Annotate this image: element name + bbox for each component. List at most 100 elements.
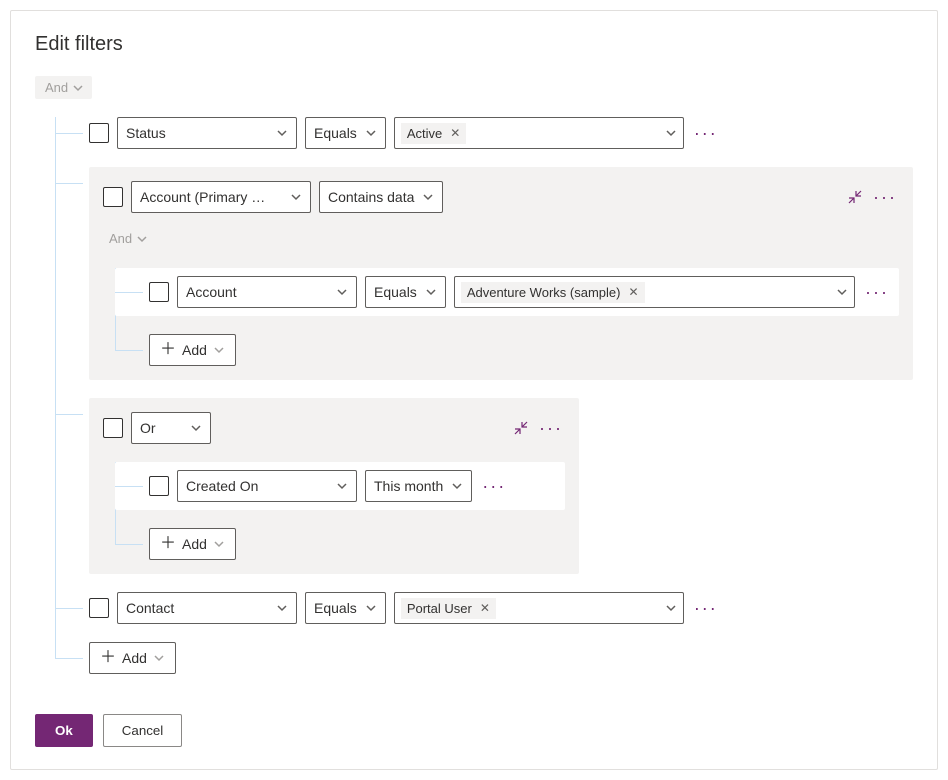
row-checkbox[interactable] (103, 418, 123, 438)
field-select[interactable]: Created On (177, 470, 357, 502)
add-label: Add (182, 536, 207, 552)
or-group: Or Created On (89, 398, 579, 574)
operator-label: Equals (314, 125, 357, 141)
operator-select[interactable]: Equals (365, 276, 446, 308)
value-tag: Active ✕ (401, 123, 466, 144)
group-operator-label: And (109, 231, 132, 246)
plus-icon: ＋ (100, 650, 116, 666)
chevron-down-icon (136, 233, 148, 245)
value-text: Portal User (407, 601, 472, 616)
remove-value-icon[interactable]: ✕ (628, 286, 638, 298)
cancel-button[interactable]: Cancel (103, 714, 183, 747)
field-label: Contact (126, 600, 174, 616)
remove-value-icon[interactable]: ✕ (480, 602, 490, 614)
filter-row: Created On This month (115, 462, 565, 510)
chevron-down-icon (72, 82, 84, 94)
value-text: Adventure Works (sample) (467, 285, 621, 300)
sub-tree: Created On This month ＋ Add (103, 462, 565, 560)
value-tag: Adventure Works (sample) ✕ (461, 282, 645, 303)
operator-select[interactable]: Contains data (319, 181, 443, 213)
related-entity-group: Account (Primary Cont… Contains data (89, 167, 913, 380)
add-row-container: ＋ Add (115, 528, 565, 560)
group-header: Or (103, 412, 565, 444)
field-select[interactable]: Contact (117, 592, 297, 624)
field-label: Status (126, 125, 166, 141)
chevron-down-icon (665, 602, 677, 614)
chevron-down-icon (336, 286, 348, 298)
group-operator-select[interactable]: And (109, 227, 156, 250)
field-label: Account (Primary Cont… (140, 189, 270, 205)
row-more-menu[interactable] (692, 120, 720, 146)
chevron-down-icon (213, 538, 225, 550)
add-row-container: ＋ Add (55, 642, 913, 674)
group-more-menu[interactable] (537, 415, 565, 441)
chevron-down-icon (422, 191, 434, 203)
chevron-down-icon (451, 480, 463, 492)
plus-icon: ＋ (160, 536, 176, 552)
chevron-down-icon (290, 191, 302, 203)
filter-row: Status Equals Active ✕ (55, 117, 913, 149)
chevron-down-icon (190, 422, 202, 434)
field-select[interactable]: Status (117, 117, 297, 149)
row-checkbox[interactable] (149, 282, 169, 302)
dialog-footer: Ok Cancel (35, 714, 182, 747)
add-button[interactable]: ＋ Add (89, 642, 176, 674)
chevron-down-icon (336, 480, 348, 492)
add-button[interactable]: ＋ Add (149, 528, 236, 560)
value-select[interactable]: Active ✕ (394, 117, 684, 149)
remove-value-icon[interactable]: ✕ (450, 127, 460, 139)
chevron-down-icon (425, 286, 437, 298)
row-checkbox[interactable] (89, 123, 109, 143)
row-more-menu[interactable] (692, 595, 720, 621)
field-select[interactable]: Account (177, 276, 357, 308)
operator-label: This month (374, 478, 443, 494)
edit-filters-panel: Edit filters And Status Equals Active ✕ (10, 10, 938, 770)
operator-label: Equals (314, 600, 357, 616)
root-operator-select[interactable]: And (35, 76, 92, 99)
operator-select[interactable]: Equals (305, 592, 386, 624)
collapse-icon[interactable] (513, 420, 529, 436)
add-button[interactable]: ＋ Add (149, 334, 236, 366)
chevron-down-icon (276, 602, 288, 614)
field-label: Account (186, 284, 237, 300)
ok-button[interactable]: Ok (35, 714, 93, 747)
value-select[interactable]: Portal User ✕ (394, 592, 684, 624)
chevron-down-icon (213, 344, 225, 356)
row-checkbox[interactable] (149, 476, 169, 496)
group-more-menu[interactable] (871, 184, 899, 210)
sub-tree: Account Equals Adventure Works (sample) … (103, 268, 899, 366)
operator-label: Equals (374, 284, 417, 300)
row-checkbox[interactable] (103, 187, 123, 207)
root-operator-label: And (45, 80, 68, 95)
plus-icon: ＋ (160, 342, 176, 358)
operator-select[interactable]: This month (365, 470, 472, 502)
filter-row: Contact Equals Portal User ✕ (55, 592, 913, 624)
row-more-menu[interactable] (863, 279, 891, 305)
filter-tree: Status Equals Active ✕ (35, 117, 913, 674)
field-select[interactable]: Account (Primary Cont… (131, 181, 311, 213)
collapse-icon[interactable] (847, 189, 863, 205)
group-header: Account (Primary Cont… Contains data (103, 181, 899, 213)
field-label: Created On (186, 478, 258, 494)
filter-row: Account Equals Adventure Works (sample) … (115, 268, 899, 316)
chevron-down-icon (665, 127, 677, 139)
filter-group-row: Or Created On (55, 398, 913, 574)
chevron-down-icon (153, 652, 165, 664)
row-more-menu[interactable] (480, 473, 508, 499)
filter-group-row: Account (Primary Cont… Contains data (55, 167, 913, 380)
value-select[interactable]: Adventure Works (sample) ✕ (454, 276, 855, 308)
value-tag: Portal User ✕ (401, 598, 496, 619)
row-checkbox[interactable] (89, 598, 109, 618)
group-operator-label: Or (140, 420, 156, 436)
chevron-down-icon (365, 127, 377, 139)
chevron-down-icon (365, 602, 377, 614)
group-operator-select[interactable]: Or (131, 412, 211, 444)
add-row-container: ＋ Add (115, 334, 899, 366)
page-title: Edit filters (35, 33, 913, 56)
operator-label: Contains data (328, 189, 414, 205)
operator-select[interactable]: Equals (305, 117, 386, 149)
add-label: Add (122, 650, 147, 666)
chevron-down-icon (276, 127, 288, 139)
chevron-down-icon (836, 286, 848, 298)
add-label: Add (182, 342, 207, 358)
